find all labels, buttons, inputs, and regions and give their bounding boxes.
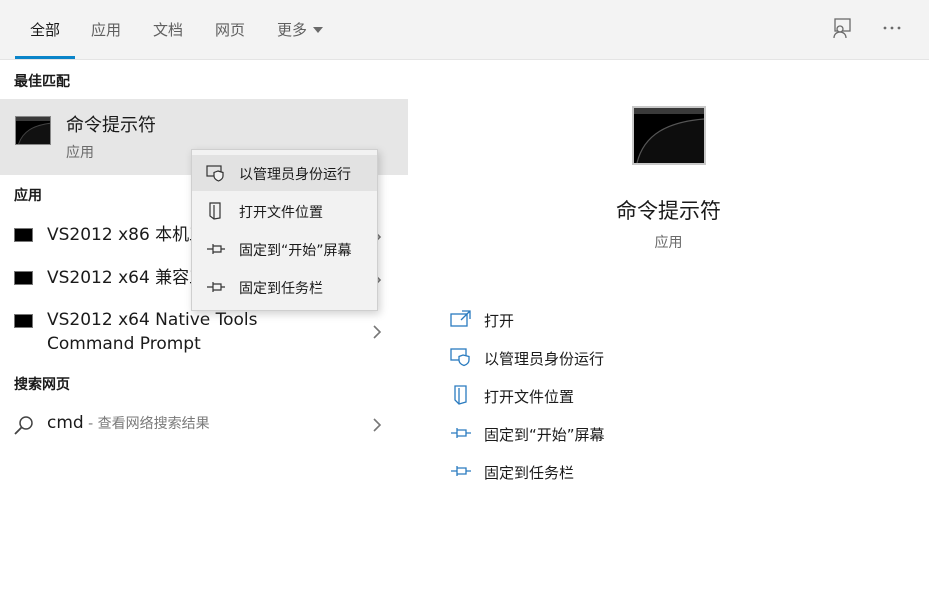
action-label: 固定到“开始”屏幕 — [484, 426, 605, 444]
command-prompt-icon — [632, 106, 706, 165]
pin-icon — [451, 428, 471, 438]
section-title-best-match: 最佳匹配 — [14, 74, 70, 90]
best-match-type: 应用 — [66, 145, 94, 161]
list-item[interactable]: VS2012 x64 Native Tools Command Prompt — [0, 307, 408, 359]
app-label-line-2: Command Prompt — [47, 334, 201, 354]
chevron-right-icon — [373, 325, 382, 339]
search-tabs-bar: 全部 应用 文档 网页 更多 — [0, 0, 929, 60]
action-label: 以管理员身份运行 — [484, 350, 605, 368]
action-pin-to-taskbar[interactable]: 固定到任务栏 — [450, 459, 750, 489]
web-search-item[interactable]: cmd - 查看网络搜索结果 — [0, 410, 408, 440]
tab-documents[interactable]: 文档 — [153, 19, 183, 40]
best-match-name: 命令提示符 — [66, 115, 156, 136]
search-term: cmd — [47, 413, 84, 433]
action-pin-to-start[interactable]: 固定到“开始”屏幕 — [450, 421, 750, 451]
section-title-apps: 应用 — [14, 188, 42, 204]
pin-icon — [207, 282, 225, 292]
action-label: 固定到任务栏 — [484, 464, 575, 482]
preview-pane: 命令提示符 应用 打开 以管理员身份运行 打开文件位置 固定到“开始”屏幕 固定… — [408, 60, 929, 597]
section-title-web: 搜索网页 — [14, 377, 70, 393]
file-location-icon — [454, 385, 467, 405]
feedback-icon[interactable] — [831, 17, 853, 39]
search-hint: - 查看网络搜索结果 — [83, 416, 210, 432]
search-icon — [14, 416, 33, 435]
context-menu-pin-to-start[interactable]: 固定到“开始”屏幕 — [192, 231, 377, 267]
context-menu-run-as-admin[interactable]: 以管理员身份运行 — [192, 155, 377, 191]
command-prompt-icon — [14, 228, 33, 242]
admin-shield-icon — [206, 165, 224, 182]
results-list: 最佳匹配 命令提示符 应用 应用 VS2012 x86 本机工具命令提示 VS2… — [0, 60, 408, 597]
action-label: 打开 — [484, 312, 515, 330]
pin-icon — [207, 244, 225, 254]
pin-icon — [451, 466, 471, 476]
admin-shield-icon — [450, 348, 470, 367]
chevron-down-icon — [313, 27, 324, 33]
context-menu-label: 固定到“开始”屏幕 — [239, 243, 352, 259]
context-menu-pin-to-taskbar[interactable]: 固定到任务栏 — [192, 269, 377, 305]
command-prompt-icon — [15, 116, 51, 145]
context-menu-label: 固定到任务栏 — [239, 281, 323, 297]
action-label: 打开文件位置 — [484, 388, 575, 406]
action-open[interactable]: 打开 — [450, 307, 750, 337]
open-icon — [450, 310, 471, 327]
context-menu-open-file-location[interactable]: 打开文件位置 — [192, 193, 377, 229]
chevron-right-icon — [373, 418, 382, 432]
preview-title: 命令提示符 — [616, 199, 721, 223]
tab-apps[interactable]: 应用 — [91, 19, 121, 40]
command-prompt-icon — [14, 314, 33, 328]
file-location-icon — [209, 202, 221, 220]
action-open-file-location[interactable]: 打开文件位置 — [450, 383, 750, 413]
tab-more-label: 更多 — [277, 21, 308, 39]
context-menu: 以管理员身份运行 打开文件位置 固定到“开始”屏幕 固定到任务栏 — [191, 149, 378, 311]
context-menu-label: 打开文件位置 — [239, 205, 323, 221]
tab-all[interactable]: 全部 — [30, 19, 60, 40]
more-options-icon[interactable] — [881, 17, 903, 39]
tab-more[interactable]: 更多 — [277, 19, 324, 40]
tab-web[interactable]: 网页 — [215, 19, 245, 40]
command-prompt-icon — [14, 271, 33, 285]
context-menu-label: 以管理员身份运行 — [239, 167, 351, 183]
app-label-line-1: VS2012 x64 Native Tools — [47, 310, 258, 330]
action-run-as-admin[interactable]: 以管理员身份运行 — [450, 345, 750, 375]
active-tab-indicator — [15, 56, 75, 59]
preview-subtitle: 应用 — [654, 235, 683, 251]
